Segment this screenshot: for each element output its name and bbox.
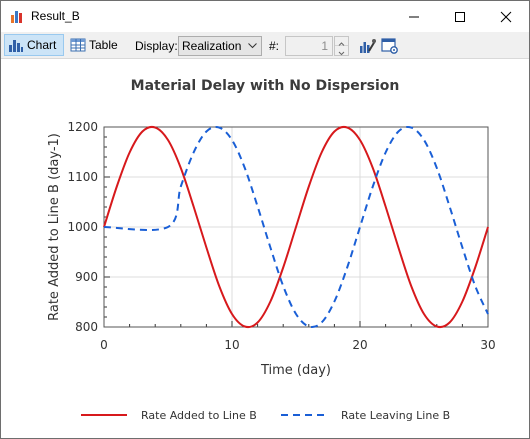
table-view-label: Table (89, 38, 118, 52)
legend-label: Rate Added to Line B (141, 409, 257, 422)
table-view-button[interactable]: Table (67, 34, 123, 56)
chart-settings-icon[interactable] (381, 37, 399, 55)
y-tick-label: 900 (75, 270, 98, 284)
toolbar: Chart Table Display: Realization #: 1 (1, 32, 529, 59)
close-button[interactable] (483, 1, 529, 32)
chevron-down-icon (248, 43, 257, 49)
chart-area: Material Delay with No Dispersion 800 900… (1, 60, 529, 438)
y-tick-label: 1100 (67, 170, 98, 184)
spinner-up-button[interactable] (335, 37, 348, 46)
spinner-down-button[interactable] (335, 46, 348, 56)
close-icon (500, 11, 512, 23)
x-tick-label: 10 (224, 338, 239, 352)
x-tick-label: 20 (352, 338, 367, 352)
chart-properties-icon[interactable] (359, 37, 377, 55)
minimize-button[interactable] (391, 1, 437, 32)
result-window: Result_B Chart Table Display: Realizatio… (0, 0, 530, 439)
maximize-button[interactable] (437, 1, 483, 32)
maximize-icon (455, 12, 465, 22)
window-title: Result_B (31, 9, 80, 23)
y-tick-label: 800 (75, 320, 98, 334)
realization-spinner[interactable] (334, 36, 349, 56)
display-select-value: Realization (182, 39, 242, 53)
chart-bar-icon (11, 11, 22, 23)
y-tick-label: 1000 (67, 220, 98, 234)
chart-view-button[interactable]: Chart (4, 34, 64, 56)
table-icon (70, 38, 86, 52)
x-axis-label: Time (day) (260, 363, 331, 378)
title-bar[interactable]: Result_B (1, 1, 529, 32)
legend-label: Rate Leaving Line B (341, 409, 450, 422)
x-tick-label: 0 (100, 338, 108, 352)
y-axis-label: Rate Added to Line B (day-1) (47, 133, 62, 321)
y-tick-label: 1200 (67, 120, 98, 134)
line-chart: 800 900 1000 1100 1200 0 10 20 30 Time (day) Rate … (47, 120, 496, 422)
display-label: Display: (135, 39, 178, 53)
realization-number-label: #: (269, 39, 280, 53)
display-select[interactable]: Realization (178, 36, 262, 56)
chart-bar-icon (9, 40, 23, 52)
realization-number-input[interactable]: 1 (285, 36, 333, 56)
chevron-down-icon (338, 51, 345, 56)
x-tick-label: 30 (480, 338, 495, 352)
chart-view-label: Chart (27, 38, 57, 52)
minimize-icon (409, 16, 419, 18)
